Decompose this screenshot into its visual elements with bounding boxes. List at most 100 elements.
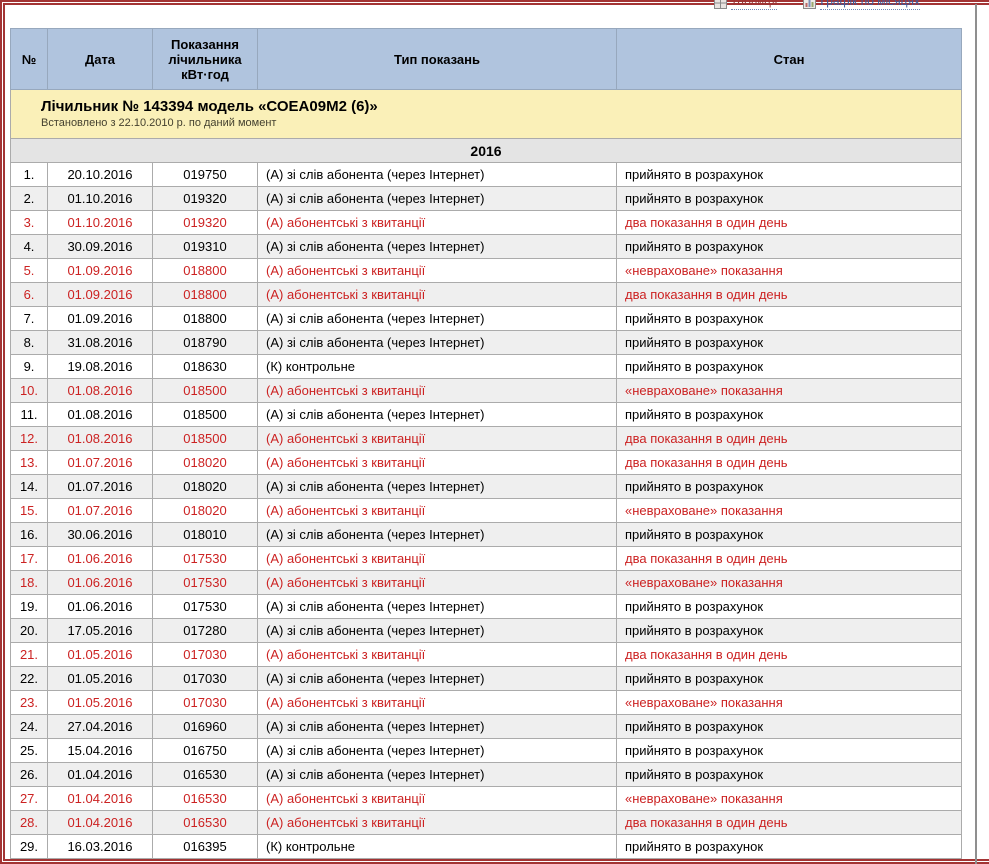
row-status: прийнято в розрахунок xyxy=(617,331,962,355)
row-number: 29. xyxy=(11,835,48,859)
row-meter-value: 018020 xyxy=(153,451,258,475)
row-number: 13. xyxy=(11,451,48,475)
row-meter-value: 018020 xyxy=(153,499,258,523)
row-meter-value: 017030 xyxy=(153,691,258,715)
row-status: два показання в один день xyxy=(617,811,962,835)
row-meter-value: 019320 xyxy=(153,187,258,211)
row-meter-value: 018500 xyxy=(153,427,258,451)
row-number: 26. xyxy=(11,763,48,787)
row-reading-type: (А) зі слів абонента (через Інтернет) xyxy=(258,619,617,643)
row-meter-value: 019750 xyxy=(153,163,258,187)
row-reading-type: (А) абонентські з квитанції xyxy=(258,259,617,283)
row-meter-value: 016750 xyxy=(153,739,258,763)
row-date: 01.07.2016 xyxy=(48,451,153,475)
table-row: 11.01.08.2016018500(А) зі слів абонента … xyxy=(11,403,962,427)
row-meter-value: 018800 xyxy=(153,283,258,307)
row-reading-type: (А) абонентські з квитанції xyxy=(258,547,617,571)
table-row: 23.01.05.2016017030(А) абонентські з кви… xyxy=(11,691,962,715)
row-reading-type: (А) зі слів абонента (через Інтернет) xyxy=(258,235,617,259)
row-meter-value: 017530 xyxy=(153,547,258,571)
table-view-link[interactable]: Таблиця xyxy=(714,0,778,10)
row-date: 01.08.2016 xyxy=(48,403,153,427)
row-status: два показання в один день xyxy=(617,547,962,571)
meter-readings-table: № Дата Показання лічильника кВт·год Тип … xyxy=(10,28,962,859)
row-status: «невраховане» показання xyxy=(617,379,962,403)
row-reading-type: (А) абонентські з квитанції xyxy=(258,787,617,811)
row-date: 01.09.2016 xyxy=(48,259,153,283)
row-reading-type: (А) зі слів абонента (через Інтернет) xyxy=(258,715,617,739)
row-meter-value: 019310 xyxy=(153,235,258,259)
row-meter-value: 018800 xyxy=(153,259,258,283)
row-number: 7. xyxy=(11,307,48,331)
table-row: 6.01.09.2016018800(А) абонентські з квит… xyxy=(11,283,962,307)
row-status: прийнято в розрахунок xyxy=(617,403,962,427)
row-meter-value: 017280 xyxy=(153,619,258,643)
row-meter-value: 016530 xyxy=(153,787,258,811)
row-reading-type: (К) контрольне xyxy=(258,835,617,859)
row-meter-value: 018500 xyxy=(153,403,258,427)
chart-by-month-label: Графік по місяцях xyxy=(820,0,920,10)
row-meter-value: 018800 xyxy=(153,307,258,331)
row-status: два показання в один день xyxy=(617,283,962,307)
table-row: 13.01.07.2016018020(А) абонентські з кви… xyxy=(11,451,962,475)
row-status: прийнято в розрахунок xyxy=(617,355,962,379)
row-number: 4. xyxy=(11,235,48,259)
row-number: 1. xyxy=(11,163,48,187)
table-icon xyxy=(714,0,727,9)
row-date: 17.05.2016 xyxy=(48,619,153,643)
row-reading-type: (А) зі слів абонента (через Інтернет) xyxy=(258,163,617,187)
row-date: 30.06.2016 xyxy=(48,523,153,547)
row-reading-type: (А) абонентські з квитанції xyxy=(258,691,617,715)
header-meter-value: Показання лічильника кВт·год xyxy=(153,29,258,90)
row-reading-type: (А) зі слів абонента (через Інтернет) xyxy=(258,523,617,547)
row-reading-type: (А) абонентські з квитанції xyxy=(258,643,617,667)
table-row: 18.01.06.2016017530(А) абонентські з кви… xyxy=(11,571,962,595)
row-number: 24. xyxy=(11,715,48,739)
row-date: 01.05.2016 xyxy=(48,691,153,715)
year-label: 2016 xyxy=(11,139,962,163)
table-row: 5.01.09.2016018800(А) абонентські з квит… xyxy=(11,259,962,283)
row-status: два показання в один день xyxy=(617,427,962,451)
chart-icon xyxy=(803,0,816,9)
row-date: 01.08.2016 xyxy=(48,379,153,403)
table-row: 9.19.08.2016018630(К) контрольнеприйнято… xyxy=(11,355,962,379)
row-meter-value: 018790 xyxy=(153,331,258,355)
row-date: 15.04.2016 xyxy=(48,739,153,763)
row-date: 01.10.2016 xyxy=(48,211,153,235)
table-row: 26.01.04.2016016530(А) зі слів абонента … xyxy=(11,763,962,787)
row-reading-type: (А) абонентські з квитанції xyxy=(258,427,617,451)
row-reading-type: (А) зі слів абонента (через Інтернет) xyxy=(258,667,617,691)
table-row: 16.30.06.2016018010(А) зі слів абонента … xyxy=(11,523,962,547)
row-number: 21. xyxy=(11,643,48,667)
table-row: 1.20.10.2016019750(А) зі слів абонента (… xyxy=(11,163,962,187)
row-reading-type: (А) зі слів абонента (через Інтернет) xyxy=(258,187,617,211)
readings-tbody: 1.20.10.2016019750(А) зі слів абонента (… xyxy=(11,163,962,859)
table-row: 8.31.08.2016018790(А) зі слів абонента (… xyxy=(11,331,962,355)
row-reading-type: (А) абонентські з квитанції xyxy=(258,451,617,475)
row-number: 6. xyxy=(11,283,48,307)
row-reading-type: (А) зі слів абонента (через Інтернет) xyxy=(258,763,617,787)
row-meter-value: 019320 xyxy=(153,211,258,235)
row-number: 14. xyxy=(11,475,48,499)
table-view-label: Таблиця xyxy=(731,0,778,10)
chart-by-month-link[interactable]: Графік по місяцях xyxy=(803,0,920,10)
row-date: 01.04.2016 xyxy=(48,811,153,835)
table-row: 21.01.05.2016017030(А) абонентські з кви… xyxy=(11,643,962,667)
row-number: 27. xyxy=(11,787,48,811)
row-meter-value: 016530 xyxy=(153,763,258,787)
readings-content: № Дата Показання лічильника кВт·год Тип … xyxy=(10,28,962,859)
row-meter-value: 017530 xyxy=(153,595,258,619)
row-meter-value: 016530 xyxy=(153,811,258,835)
row-number: 12. xyxy=(11,427,48,451)
table-row: 25.15.04.2016016750(А) зі слів абонента … xyxy=(11,739,962,763)
right-edge-rule xyxy=(975,4,977,864)
row-reading-type: (А) зі слів абонента (через Інтернет) xyxy=(258,403,617,427)
row-meter-value: 018010 xyxy=(153,523,258,547)
row-date: 01.04.2016 xyxy=(48,787,153,811)
meter-title: Лічильник № 143394 модель «СОЕА09М2 (6)» xyxy=(41,97,955,116)
row-status: прийнято в розрахунок xyxy=(617,763,962,787)
row-date: 01.10.2016 xyxy=(48,187,153,211)
row-status: прийнято в розрахунок xyxy=(617,235,962,259)
row-date: 31.08.2016 xyxy=(48,331,153,355)
row-meter-value: 018500 xyxy=(153,379,258,403)
